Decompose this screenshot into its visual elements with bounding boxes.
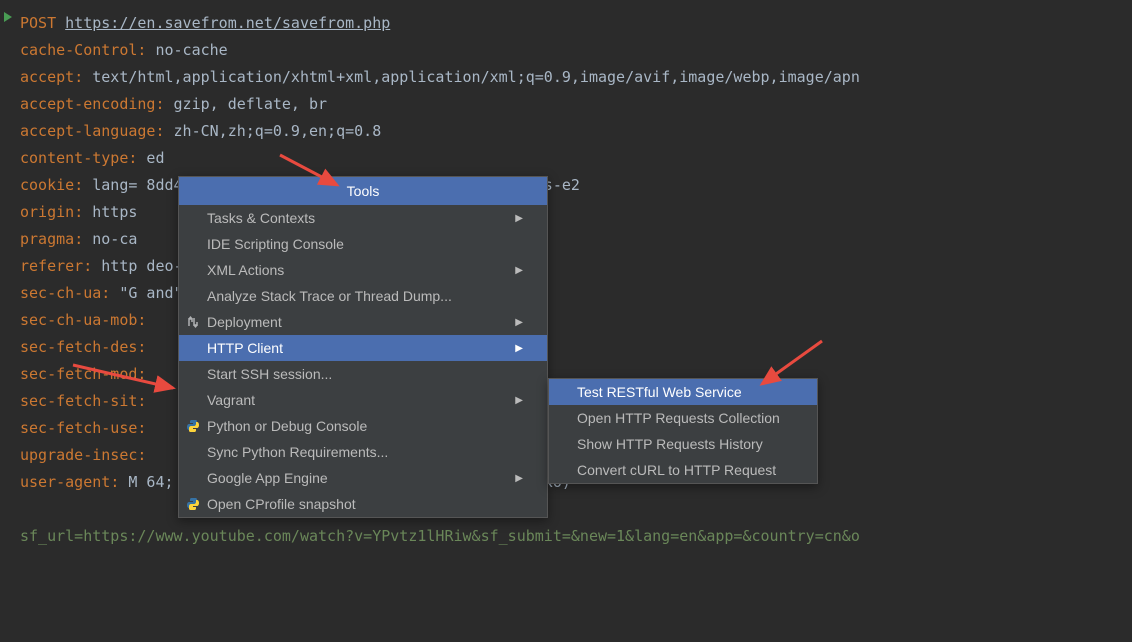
menu-item-open-cprofile-snapshot[interactable]: Open CProfile snapshot — [179, 491, 547, 517]
submenu-item-label: Test RESTful Web Service — [577, 384, 742, 400]
request-line: POST https://en.savefrom.net/savefrom.ph… — [20, 10, 1132, 37]
header-colon: : — [137, 365, 146, 383]
header-colon: : — [137, 338, 146, 356]
header-name: accept-language — [20, 122, 155, 140]
run-gutter-icon[interactable] — [2, 11, 14, 23]
menu-item-xml-actions[interactable]: XML Actions ▶ — [179, 257, 547, 283]
menu-item-label: HTTP Client — [207, 340, 283, 356]
header-name: cache-Control — [20, 41, 137, 59]
header-value: no-cache — [146, 41, 227, 59]
header-line: content-type: ed — [20, 145, 1132, 172]
header-colon: : — [137, 392, 146, 410]
submenu-item-open-http-requests-collection[interactable]: Open HTTP Requests Collection — [549, 405, 817, 431]
header-name: sec-fetch-des — [20, 338, 137, 356]
tools-context-menu: Tools Tasks & Contexts ▶ IDE Scripting Con… — [178, 176, 548, 518]
menu-item-label: Python or Debug Console — [207, 418, 367, 434]
header-colon: : — [74, 176, 83, 194]
header-colon: : — [137, 311, 146, 329]
submenu-arrow-icon: ▶ — [515, 317, 523, 328]
http-client-submenu: Test RESTful Web Service Open HTTP Reques… — [548, 378, 818, 484]
header-colon: : — [74, 203, 83, 221]
menu-item-label: Sync Python Requirements... — [207, 444, 388, 460]
menu-item-label: Start SSH session... — [207, 366, 332, 382]
submenu-arrow-icon: ▶ — [515, 265, 523, 276]
header-name: accept — [20, 68, 74, 86]
header-name: upgrade-insec — [20, 446, 137, 464]
header-name: origin — [20, 203, 74, 221]
submenu-item-label: Open HTTP Requests Collection — [577, 410, 780, 426]
menu-item-label: IDE Scripting Console — [207, 236, 344, 252]
header-name: referer — [20, 257, 83, 275]
submenu-arrow-icon: ▶ — [515, 343, 523, 354]
header-line: accept-language: zh-CN,zh;q=0.9,en;q=0.8 — [20, 118, 1132, 145]
header-colon: : — [101, 284, 110, 302]
menu-item-python-or-debug-console[interactable]: Python or Debug Console — [179, 413, 547, 439]
http-method: POST — [20, 14, 56, 32]
header-value: text/html,application/xhtml+xml,applicat… — [83, 68, 860, 86]
header-name: user-agent — [20, 473, 110, 491]
menu-item-label: Open CProfile snapshot — [207, 496, 356, 512]
header-name: sec-fetch-mod — [20, 365, 137, 383]
header-value: gzip, deflate, br — [165, 95, 328, 113]
header-colon: : — [137, 446, 146, 464]
menu-item-sync-python-requirements[interactable]: Sync Python Requirements... — [179, 439, 547, 465]
header-colon: : — [155, 122, 164, 140]
header-value: zh-CN,zh;q=0.9,en;q=0.8 — [165, 122, 382, 140]
submenu-item-test-restful-web-service[interactable]: Test RESTful Web Service — [549, 379, 817, 405]
python-icon — [185, 496, 201, 512]
submenu-arrow-icon: ▶ — [515, 473, 523, 484]
deploy-icon — [185, 314, 201, 330]
header-name: sec-ch-ua-mob — [20, 311, 137, 329]
menu-title: Tools — [179, 177, 547, 205]
header-colon: : — [137, 419, 146, 437]
menu-item-label: Deployment — [207, 314, 282, 330]
menu-item-label: Vagrant — [207, 392, 255, 408]
header-value: no-ca — [83, 230, 137, 248]
menu-item-vagrant[interactable]: Vagrant ▶ — [179, 387, 547, 413]
header-colon: : — [155, 95, 164, 113]
request-body: sf_url=https://www.youtube.com/watch?v=Y… — [20, 523, 1132, 550]
submenu-arrow-icon: ▶ — [515, 395, 523, 406]
header-name: sec-fetch-sit — [20, 392, 137, 410]
menu-item-tasks-contexts[interactable]: Tasks & Contexts ▶ — [179, 205, 547, 231]
submenu-item-show-http-requests-history[interactable]: Show HTTP Requests History — [549, 431, 817, 457]
menu-item-ide-scripting-console[interactable]: IDE Scripting Console — [179, 231, 547, 257]
submenu-item-convert-curl-to-http-request[interactable]: Convert cURL to HTTP Request — [549, 457, 817, 483]
header-name: sec-fetch-use — [20, 419, 137, 437]
header-value: https — [83, 203, 137, 221]
header-line: accept: text/html,application/xhtml+xml,… — [20, 64, 1132, 91]
header-name: pragma — [20, 230, 74, 248]
menu-item-deployment[interactable]: Deployment ▶ — [179, 309, 547, 335]
submenu-arrow-icon: ▶ — [515, 213, 523, 224]
header-colon: : — [83, 257, 92, 275]
menu-item-google-app-engine[interactable]: Google App Engine ▶ — [179, 465, 547, 491]
menu-item-label: Tasks & Contexts — [207, 210, 315, 226]
header-name: accept-encoding — [20, 95, 155, 113]
header-colon: : — [74, 68, 83, 86]
header-line: cache-Control: no-cache — [20, 37, 1132, 64]
header-value: ed — [137, 149, 164, 167]
menu-item-analyze-stack-trace-or-thread-dump[interactable]: Analyze Stack Trace or Thread Dump... — [179, 283, 547, 309]
header-colon: : — [110, 473, 119, 491]
menu-item-label: Analyze Stack Trace or Thread Dump... — [207, 288, 452, 304]
header-name: content-type — [20, 149, 128, 167]
header-colon: : — [74, 230, 83, 248]
menu-item-label: Google App Engine — [207, 470, 328, 486]
menu-item-start-ssh-session[interactable]: Start SSH session... — [179, 361, 547, 387]
header-name: cookie — [20, 176, 74, 194]
submenu-item-label: Show HTTP Requests History — [577, 436, 763, 452]
menu-item-label: XML Actions — [207, 262, 284, 278]
submenu-item-label: Convert cURL to HTTP Request — [577, 462, 776, 478]
header-name: sec-ch-ua — [20, 284, 101, 302]
header-line: accept-encoding: gzip, deflate, br — [20, 91, 1132, 118]
python-icon — [185, 418, 201, 434]
request-url[interactable]: https://en.savefrom.net/savefrom.php — [65, 14, 390, 32]
menu-item-http-client[interactable]: HTTP Client ▶ — [179, 335, 547, 361]
